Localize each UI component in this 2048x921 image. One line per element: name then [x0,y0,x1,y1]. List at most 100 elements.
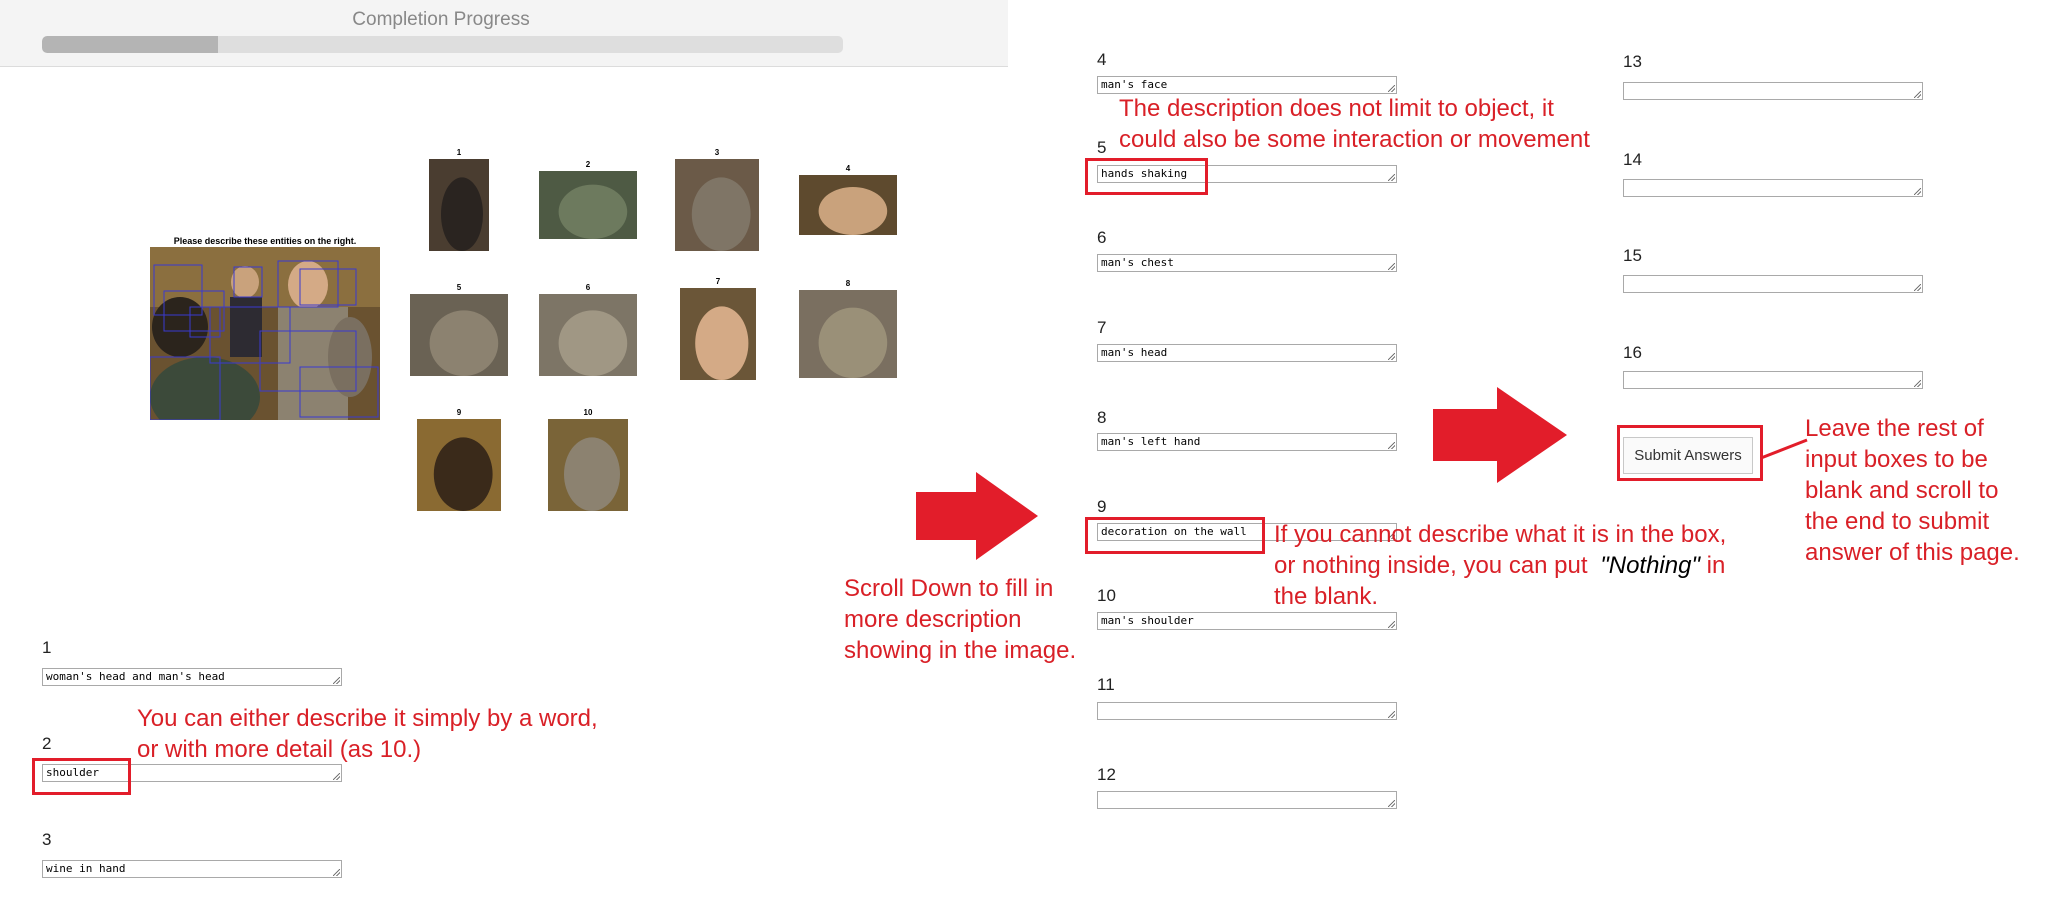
thumbnail-number: 5 [456,283,462,292]
resize-handle-icon[interactable] [1388,353,1395,360]
thumbnail-number: 8 [845,279,851,288]
annotation-interaction: The description does not limit to object… [1119,93,1590,155]
field-label-2: 2 [42,734,52,753]
description-input-10[interactable]: man's shoulder [1097,612,1397,630]
highlight-box-field-2 [32,758,131,795]
thumbnail-image [799,175,897,235]
resize-handle-icon[interactable] [1388,174,1395,181]
description-field-wrapper: man's face [1097,76,1397,94]
main-photo [150,247,380,420]
pointer-line [1760,438,1808,460]
thumbnail-number: 2 [585,160,591,169]
description-input-6[interactable]: man's chest [1097,254,1397,272]
thumbnail-image [417,419,501,511]
thumbnail-number: 10 [583,408,593,417]
annotation-nothing-line-3: the blank. [1274,583,1379,610]
thumbnail-image [548,419,628,511]
annotation-interaction-line-1: The description does not limit to object… [1119,95,1554,122]
image-caption: Please describe these entities on the ri… [173,236,357,246]
resize-handle-icon[interactable] [1914,91,1921,98]
arrow-right-icon [1433,387,1567,483]
annotation-nothing-line-2-pre: or nothing inside, you can put [1274,552,1588,579]
arrow-right-icon [916,472,1038,560]
highlight-box-field-9 [1085,517,1265,554]
field-label-3: 3 [42,830,52,849]
resize-handle-icon[interactable] [1388,621,1395,628]
field-label-7: 7 [1097,318,1107,337]
description-field-wrapper: wine in hand [42,860,342,878]
description-input-7[interactable]: man's head [1097,344,1397,362]
resize-handle-icon[interactable] [1914,284,1921,291]
resize-handle-icon[interactable] [333,773,340,780]
thumbnail-image [429,159,489,251]
field-label-16: 16 [1623,343,1642,362]
description-input-8[interactable]: man's left hand [1097,433,1397,451]
description-input-16[interactable] [1623,371,1923,389]
field-label-9: 9 [1097,497,1107,516]
thumbnail-number: 4 [845,164,851,173]
thumbnail-number: 3 [714,148,720,157]
annotation-detail: You can either describe it simply by a w… [137,703,598,765]
thumbnail-image [680,288,756,380]
annotation-rest-line-3: blank and scroll to [1805,477,1999,504]
field-label-14: 14 [1623,150,1642,169]
description-input-15[interactable] [1623,275,1923,293]
description-field-wrapper [1623,82,1923,100]
description-input-1[interactable]: woman's head and man's head [42,668,342,686]
annotation-nothing-line-2-post: in [1706,552,1726,579]
description-field-wrapper: man's head [1097,344,1397,362]
thumbnail-image [675,159,759,251]
field-label-4: 4 [1097,50,1107,69]
thumbnail-number: 6 [585,283,591,292]
annotation-rest-line-1: Leave the rest of [1805,415,1984,442]
resize-handle-icon[interactable] [1388,711,1395,718]
progress-panel: Completion Progress [0,0,1008,67]
field-label-10: 10 [1097,586,1116,605]
annotation-rest-line-2: input boxes to be [1805,446,1988,473]
description-field-wrapper [1623,371,1923,389]
resize-handle-icon[interactable] [1388,85,1395,92]
annotation-detail-line-2: or with more detail (as 10.) [137,736,422,763]
resize-handle-icon[interactable] [1388,263,1395,270]
annotation-scroll-line-1: Scroll Down to fill in [844,575,1054,602]
description-field-wrapper: man's shoulder [1097,612,1397,630]
resize-handle-icon[interactable] [1388,442,1395,449]
description-input-3[interactable]: wine in hand [42,860,342,878]
thumbnail-image [799,290,897,378]
field-label-1: 1 [42,638,52,657]
thumbnail-image [410,294,508,376]
description-field-wrapper [1623,275,1923,293]
description-input-13[interactable] [1623,82,1923,100]
annotation-nothing: If you cannot describe what it is in the… [1274,519,1726,612]
annotation-detail-line-1: You can either describe it simply by a w… [137,705,598,732]
annotation-nothing-line-1: If you cannot describe what it is in the… [1274,521,1727,548]
field-label-13: 13 [1623,52,1642,71]
annotation-rest-line-5: answer of this page. [1805,539,2020,566]
description-field-wrapper [1097,791,1397,809]
field-label-12: 12 [1097,765,1116,784]
description-input-14[interactable] [1623,179,1923,197]
annotation-scroll-line-2: more description [844,606,1022,633]
description-field-wrapper [1623,179,1923,197]
highlight-box-field-5 [1085,158,1208,195]
description-field-wrapper: man's chest [1097,254,1397,272]
thumbnail-image [539,171,637,239]
annotation-scroll-line-3: showing in the image. [844,637,1077,664]
annotation-interaction-line-2: could also be some interaction or moveme… [1119,126,1590,153]
progress-bar [42,36,843,53]
resize-handle-icon[interactable] [333,677,340,684]
resize-handle-icon[interactable] [333,869,340,876]
resize-handle-icon[interactable] [1914,188,1921,195]
highlight-box-submit [1617,425,1763,481]
description-input-12[interactable] [1097,791,1397,809]
thumbnail-number: 7 [715,277,721,286]
annotation-rest-line-4: the end to submit [1805,508,1990,535]
resize-handle-icon[interactable] [1388,800,1395,807]
thumbnail-number: 9 [456,408,462,417]
resize-handle-icon[interactable] [1914,380,1921,387]
progress-bar-fill [42,36,219,53]
description-input-11[interactable] [1097,702,1397,720]
description-input-4[interactable]: man's face [1097,76,1397,94]
annotation-nothing-line-2: or nothing inside, you can put "Nothing"… [1274,550,1726,581]
field-label-8: 8 [1097,408,1107,427]
